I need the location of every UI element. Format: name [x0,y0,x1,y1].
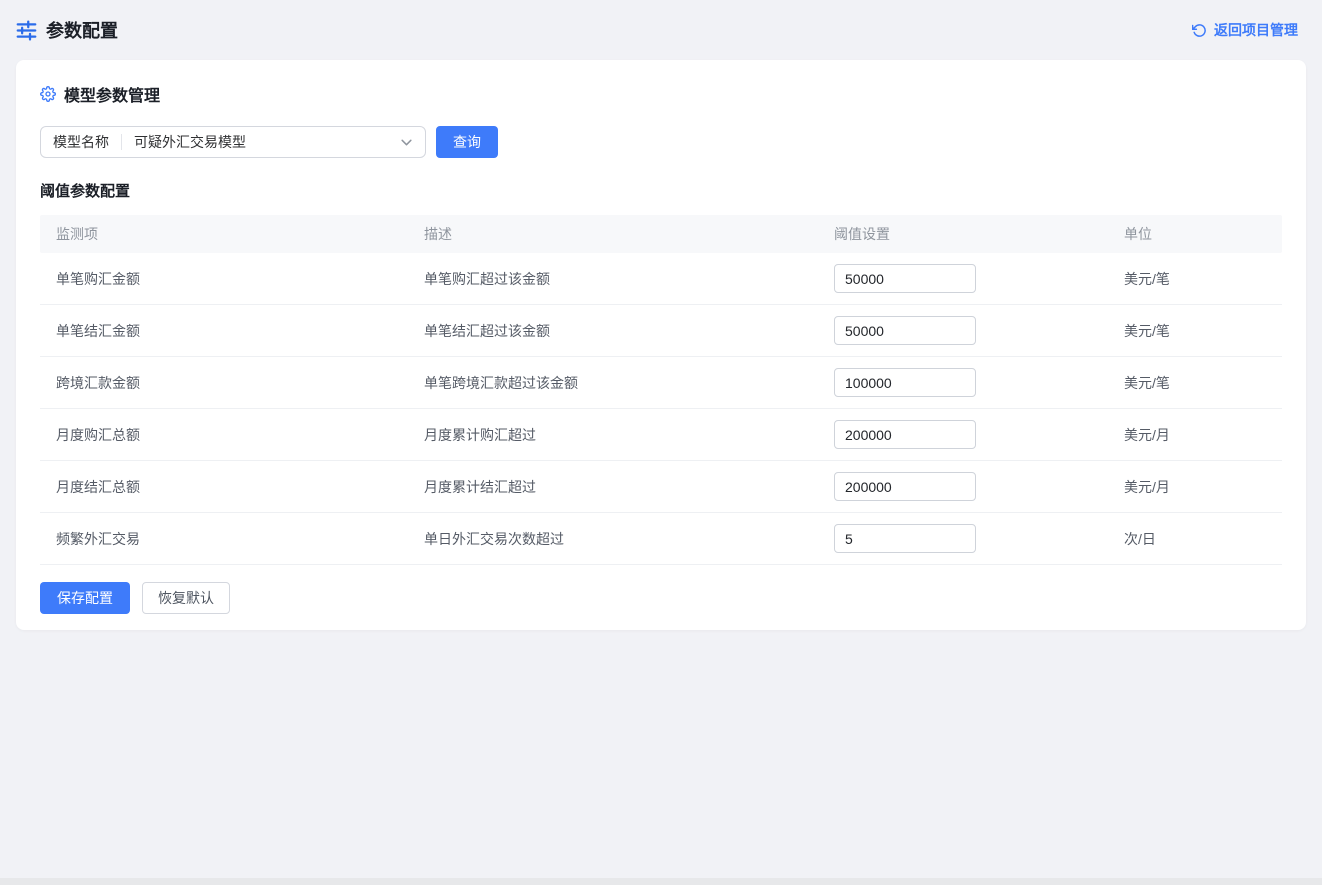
save-config-button[interactable]: 保存配置 [40,582,130,614]
threshold-section-title: 阈值参数配置 [40,180,1282,201]
col-header-threshold: 阈值设置 [818,224,1108,244]
description-label: 月度累计购汇超过 [408,425,818,445]
model-select-label: 模型名称 [41,132,121,152]
description-label: 单笔购汇超过该金额 [408,269,818,289]
card-title: 模型参数管理 [64,82,160,106]
description-label: 月度累计结汇超过 [408,477,818,497]
table-body: 单笔购汇金额 单笔购汇超过该金额 美元/笔 单笔结汇金额 单笔结汇超过该金额 美… [40,253,1282,565]
monitor-item-label: 单笔结汇金额 [40,321,408,341]
gear-icon [40,86,56,102]
threshold-input[interactable] [834,264,976,293]
model-select-value: 可疑外汇交易模型 [122,132,400,152]
threshold-input[interactable] [834,524,976,553]
actions-row: 保存配置 恢复默认 [40,582,1282,614]
restore-default-button[interactable]: 恢复默认 [142,582,230,614]
monitor-item-label: 月度结汇总额 [40,477,408,497]
unit-label: 次/日 [1108,529,1282,549]
description-label: 单笔跨境汇款超过该金额 [408,373,818,393]
query-button[interactable]: 查询 [436,126,498,158]
threshold-input[interactable] [834,472,976,501]
unit-label: 美元/笔 [1108,373,1282,393]
back-to-project-link[interactable]: 返回项目管理 [1192,20,1298,40]
threshold-input[interactable] [834,316,976,345]
chevron-down-icon [400,136,413,149]
table-row: 跨境汇款金额 单笔跨境汇款超过该金额 美元/笔 [40,357,1282,409]
monitor-item-label: 月度购汇总额 [40,425,408,445]
monitor-item-label: 单笔购汇金额 [40,269,408,289]
col-header-desc: 描述 [408,224,818,244]
threshold-input[interactable] [834,420,976,449]
back-link-label: 返回项目管理 [1214,20,1298,40]
description-label: 单日外汇交易次数超过 [408,529,818,549]
model-parameter-card: 模型参数管理 模型名称 可疑外汇交易模型 查询 阈值参数配置 监测项 描述 阈值… [16,60,1306,630]
col-header-unit: 单位 [1108,224,1282,244]
query-row: 模型名称 可疑外汇交易模型 查询 [40,126,1282,158]
unit-label: 美元/月 [1108,425,1282,445]
threshold-table: 监测项 描述 阈值设置 单位 单笔购汇金额 单笔购汇超过该金额 美元/笔 单笔结… [40,215,1282,565]
page-title: 参数配置 [46,17,118,43]
col-header-item: 监测项 [40,224,408,244]
rotate-ccw-icon [1192,23,1207,38]
bottom-scrollbar-track[interactable] [0,878,1322,885]
monitor-item-label: 频繁外汇交易 [40,529,408,549]
table-row: 单笔购汇金额 单笔购汇超过该金额 美元/笔 [40,253,1282,305]
table-row: 频繁外汇交易 单日外汇交易次数超过 次/日 [40,513,1282,565]
threshold-input[interactable] [834,368,976,397]
top-bar: 参数配置 返回项目管理 [0,0,1322,60]
unit-label: 美元/月 [1108,477,1282,497]
unit-label: 美元/笔 [1108,269,1282,289]
page-title-group: 参数配置 [16,17,118,43]
card-header: 模型参数管理 [40,82,1282,106]
table-row: 月度购汇总额 月度累计购汇超过 美元/月 [40,409,1282,461]
unit-label: 美元/笔 [1108,321,1282,341]
sliders-icon [16,20,37,41]
monitor-item-label: 跨境汇款金额 [40,373,408,393]
table-header-row: 监测项 描述 阈值设置 单位 [40,215,1282,253]
table-row: 单笔结汇金额 单笔结汇超过该金额 美元/笔 [40,305,1282,357]
model-name-select[interactable]: 模型名称 可疑外汇交易模型 [40,126,426,158]
table-row: 月度结汇总额 月度累计结汇超过 美元/月 [40,461,1282,513]
description-label: 单笔结汇超过该金额 [408,321,818,341]
